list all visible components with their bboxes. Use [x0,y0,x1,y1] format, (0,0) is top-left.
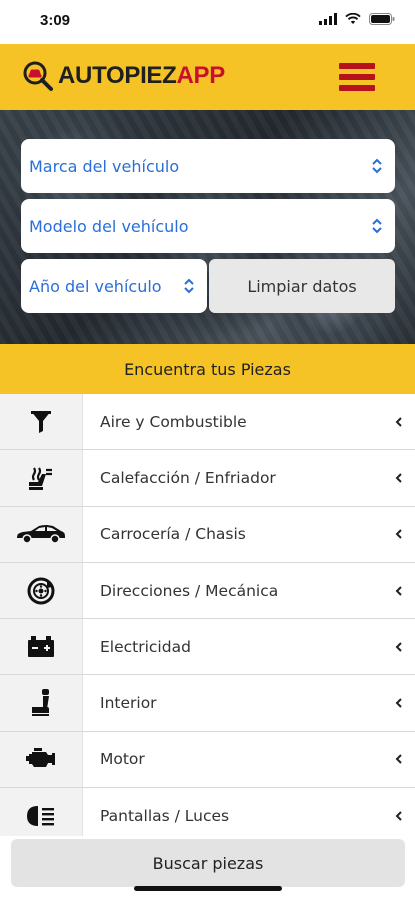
chevron-left-icon [395,811,402,821]
status-icons [319,13,395,25]
logo-text: AUTOPIEZAPP [58,62,225,90]
logo-text-part1: AUTOPIEZ [58,62,177,89]
clear-data-button[interactable]: Limpiar datos [209,259,395,313]
category-item-engine[interactable]: Motor [0,731,415,789]
climate-seat-icon [29,467,52,490]
model-select-label: Modelo del vehículo [29,216,189,236]
year-select-label: Año del vehículo [29,276,162,296]
wifi-icon [345,13,361,24]
category-label: Pantallas / Luces [100,806,230,825]
category-label: Aire y Combustible [100,412,247,431]
seat-icon [32,689,49,717]
category-item-steering-mechanics[interactable]: Direcciones / Mecánica [0,562,415,620]
brand-select[interactable]: Marca del vehículo [21,139,395,193]
app-logo[interactable]: AUTOPIEZAPP [22,60,225,92]
category-item-electricity[interactable]: Electricidad [0,619,415,676]
chevron-left-icon [395,416,402,427]
section-title: Encuentra tus Piezas [0,344,415,394]
up-down-chevron-icon [372,218,382,234]
status-bar: 3:09 [0,0,415,44]
status-time: 3:09 [40,12,71,29]
category-label: Calefacción / Enfriador [100,468,276,487]
home-indicator[interactable] [134,886,282,891]
search-parts-button[interactable]: Buscar piezas [11,839,405,887]
chevron-left-icon [395,642,402,652]
year-select[interactable]: Año del vehículo [21,259,207,313]
battery-status-icon [369,13,395,25]
funnel-icon [31,410,51,433]
hamburger-menu-icon[interactable] [339,63,375,91]
up-down-chevron-icon [184,278,194,294]
engine-icon [26,748,55,768]
logo-text-part2: APP [176,62,226,89]
battery-icon [28,635,54,657]
category-label: Motor [100,750,145,769]
category-label: Carrocería / Chasis [100,525,246,544]
category-list: Aire y Combustible Calefacción / Enfriad… [0,394,415,845]
category-item-air-fuel[interactable]: Aire y Combustible [0,394,415,451]
chevron-left-icon [395,754,402,765]
chevron-left-icon [395,698,402,708]
category-label: Direcciones / Mecánica [100,581,279,600]
app-header: AUTOPIEZAPP [0,44,415,110]
chevron-left-icon [395,585,402,596]
signal-icon [319,13,337,25]
chevron-left-icon [395,529,402,539]
category-item-heating-cooling[interactable]: Calefacción / Enfriador [0,450,415,507]
model-select[interactable]: Modelo del vehículo [21,199,395,253]
car-icon [17,525,65,544]
up-down-chevron-icon [372,158,382,174]
brake-disc-icon [27,577,55,605]
category-label: Interior [100,694,157,713]
headlight-icon [27,805,54,826]
category-item-interior[interactable]: Interior [0,675,415,732]
brand-select-label: Marca del vehículo [29,156,180,176]
category-label: Electricidad [100,637,191,656]
category-item-body-chassis[interactable]: Carrocería / Chasis [0,506,415,563]
chevron-left-icon [395,473,402,483]
search-car-icon [23,61,53,91]
